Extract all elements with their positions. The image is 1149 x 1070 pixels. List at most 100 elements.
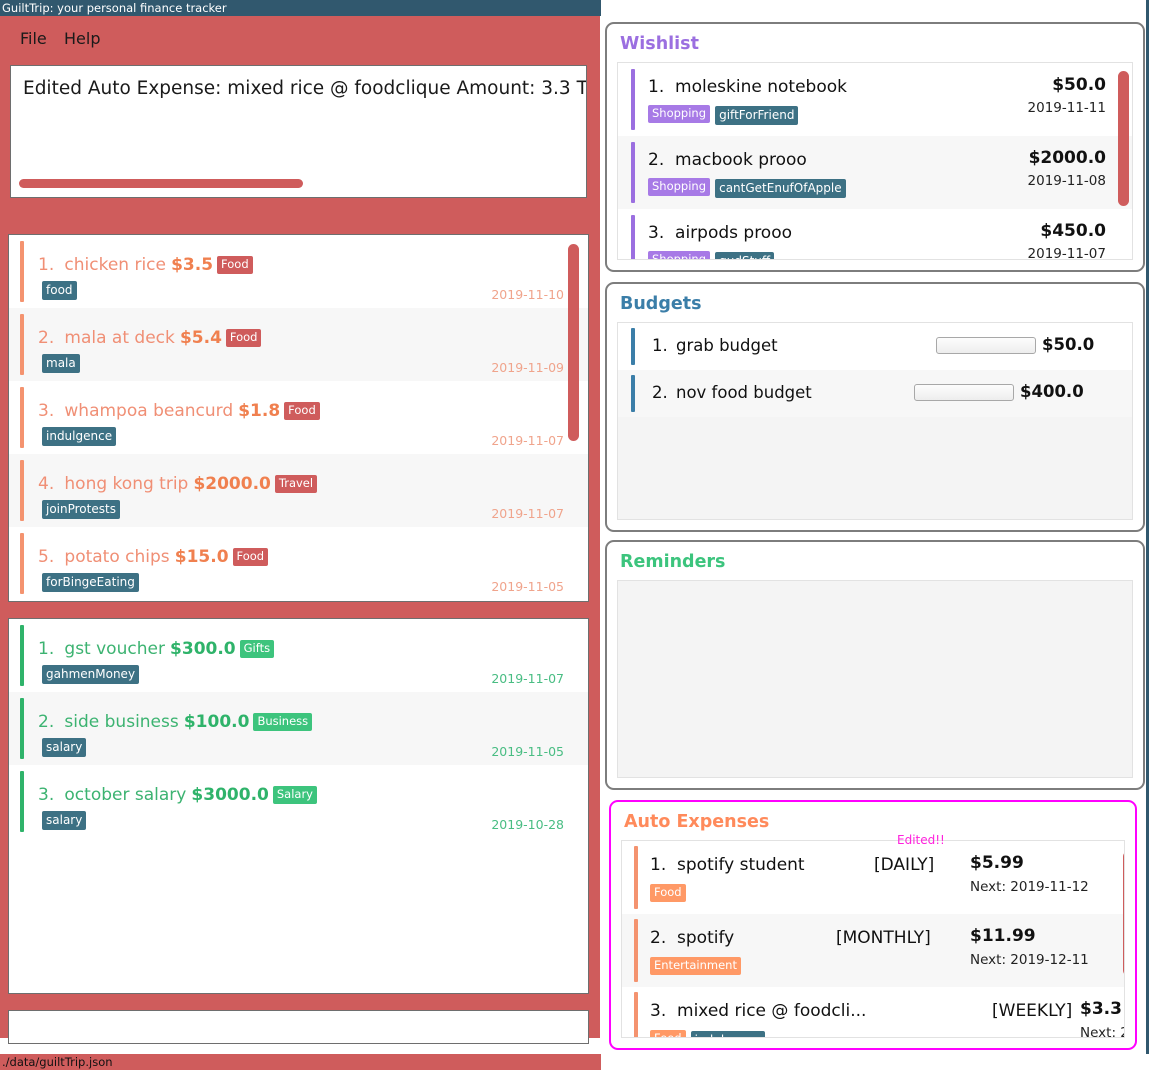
- reminders-body: [617, 580, 1133, 778]
- wishlist-scrollbar-track[interactable]: [1118, 65, 1129, 257]
- auto-expense-list: 1. spotify student [DAILY] Food $5.99 Next:…: [622, 841, 1124, 1038]
- row-tags: salary: [42, 736, 90, 757]
- result-display-text: Edited Auto Expense: mixed rice @ foodcl…: [23, 78, 587, 99]
- category-tag: Food: [225, 329, 262, 347]
- budget-max-amount: $50.0: [1042, 335, 1095, 354]
- row-name: october salary: [64, 785, 187, 805]
- wishlist-item-name: 1. moleskine notebook: [648, 77, 847, 97]
- wishlist-item-name: 3. airpods prooo: [648, 223, 793, 243]
- budget-name: grab budget: [676, 336, 778, 355]
- budgets-group: Budgets 1.grab budget$0.0$50.02.nov food…: [605, 282, 1145, 532]
- row-amount: $2000.0: [193, 474, 271, 494]
- wishlist-row[interactable]: 3. airpods prooo Shopping gudStuff $450.0 2…: [618, 209, 1132, 260]
- row-accent-bar: [631, 69, 635, 130]
- transaction-row[interactable]: 3. october salary $3000.0 Salary salary 201…: [9, 765, 588, 838]
- auto-expense-amount: $5.99: [970, 853, 1024, 873]
- row-accent-bar: [20, 533, 24, 594]
- transaction-row[interactable]: 2. mala at deck $5.4 Food mala 2019-11-09: [9, 308, 588, 381]
- row-accent-bar: [634, 919, 638, 982]
- command-input-box[interactable]: [8, 1010, 589, 1044]
- transaction-row[interactable]: 4. hong kong trip $2000.0 Travel joinProte…: [9, 454, 588, 527]
- row-accent-bar: [20, 698, 24, 759]
- row-amount: $3.5: [171, 255, 214, 275]
- auto-expense-next-date: Next: 2019-10-17: [1080, 1025, 1124, 1038]
- command-input[interactable]: [9, 1011, 588, 1043]
- auto-expense-row[interactable]: 1. spotify student [DAILY] Food $5.99 Next:…: [622, 841, 1124, 914]
- row-tags: indulgence: [42, 425, 120, 446]
- status-bar: ./data/guiltTrip.json: [0, 1054, 601, 1070]
- auto-expense-tags: Entertainment: [650, 956, 741, 975]
- result-horizontal-scrollbar[interactable]: [19, 179, 303, 188]
- auto-expense-tags: Food: [650, 883, 686, 902]
- edited-badge: Edited!!: [897, 833, 945, 847]
- budget-row[interactable]: 2.nov food budget$0.0$400.0: [618, 370, 1132, 417]
- expense-scrollbar-thumb[interactable]: [568, 244, 579, 441]
- category-tag: Food: [284, 402, 320, 420]
- row-date: 2019-11-07: [491, 506, 564, 521]
- status-bar-file-path: ./data/guiltTrip.json: [2, 1055, 113, 1069]
- user-tag: food: [42, 281, 77, 300]
- transaction-row[interactable]: 5. potato chips $15.0 Food forBingeEating 2…: [9, 527, 588, 600]
- row-index: 5.: [38, 547, 55, 567]
- auto-expense-row[interactable]: 2. spotify [MONTHLY] Entertainment $11.99 N…: [622, 914, 1124, 987]
- user-tag: salary: [42, 811, 87, 830]
- row-tags: gahmenMoney: [42, 663, 143, 684]
- auto-expenses-title: Auto Expenses: [624, 812, 770, 832]
- row-date: 2019-10-28: [491, 817, 564, 832]
- category-tag: Food: [217, 256, 253, 274]
- auto-expenses-scrollbar-track[interactable]: [1123, 843, 1124, 1035]
- reminders-group: Reminders: [605, 540, 1145, 790]
- budget-list: 1.grab budget$0.0$50.0 2. nov food budget $…: [618, 323, 1132, 417]
- budget-index: 2.: [652, 383, 668, 402]
- row-tags: forBingeEating: [42, 571, 143, 592]
- user-tag: giftForFriend: [715, 106, 799, 125]
- wishlist-row[interactable]: 2. macbook prooo Shopping cantGetEnufOfAp…: [618, 136, 1132, 209]
- row-accent-bar: [20, 387, 24, 448]
- category-tag: Entertainment: [650, 957, 741, 975]
- wishlist-item-amount: $50.0: [1052, 75, 1106, 95]
- transaction-row[interactable]: 2. side business $100.0 Business salary 201…: [9, 692, 588, 765]
- row-amount: $15.0: [174, 547, 229, 567]
- wishlist-item-amount: $450.0: [1040, 221, 1106, 241]
- transaction-row[interactable]: 3. whampoa beancurd $1.8 Food indulgence 20…: [9, 381, 588, 454]
- category-tag: Food: [650, 1030, 686, 1037]
- budget-row[interactable]: 1.grab budget$0.0$50.0: [618, 323, 1132, 370]
- row-accent-bar: [631, 375, 635, 412]
- auto-expense-name: 1. spotify student: [650, 855, 805, 875]
- user-tag: indulgence: [690, 1031, 765, 1037]
- expense-list-panel: 1. chicken rice $3.5 Food food 2019-11-10 2.…: [8, 234, 589, 602]
- wishlist-title: Wishlist: [620, 34, 699, 54]
- row-accent-bar: [20, 241, 24, 302]
- wishlist-scrollbar-thumb[interactable]: [1118, 71, 1129, 206]
- transaction-row[interactable]: 1. gst voucher $300.0 Gifts gahmenMoney 201…: [9, 619, 588, 692]
- row-index: 3.: [38, 785, 55, 805]
- category-tag: Business: [253, 713, 313, 731]
- expense-scrollbar-track[interactable]: [568, 238, 579, 598]
- category-tag: Food: [650, 884, 686, 902]
- wishlist-item-tags: Shopping gudStuff: [648, 250, 778, 259]
- auto-expenses-scrollbar-thumb[interactable]: [1123, 851, 1124, 976]
- category-tag: Salary: [272, 786, 317, 804]
- wishlist-item-amount: $2000.0: [1028, 148, 1106, 168]
- row-name: mala at deck: [64, 328, 175, 348]
- row-date: 2019-11-07: [491, 433, 564, 448]
- user-tag: joinProtests: [42, 500, 120, 519]
- row-name: hong kong trip: [64, 474, 189, 494]
- menu-file[interactable]: File: [20, 29, 47, 49]
- left-panel: File Help Edited Auto Expense: mixed ric…: [0, 16, 601, 1070]
- row-name: chicken rice: [64, 255, 166, 275]
- auto-expenses-body: 1. spotify student [DAILY] Food $5.99 Next:…: [621, 840, 1125, 1038]
- row-index: 1.: [38, 255, 55, 275]
- row-amount: $300.0: [170, 639, 236, 659]
- wishlist-item-date: 2019-11-07: [1027, 246, 1106, 260]
- transaction-row[interactable]: 1. chicken rice $3.5 Food food 2019-11-10: [9, 235, 588, 308]
- auto-expense-next-date: Next: 2019-11-12: [970, 879, 1089, 895]
- right-panel: Wishlist 1. moleskine notebook Shopping g…: [601, 0, 1149, 1054]
- row-tags: food: [42, 279, 81, 300]
- menu-help[interactable]: Help: [64, 29, 100, 49]
- result-display-box: Edited Auto Expense: mixed rice @ foodcl…: [10, 65, 587, 198]
- wishlist-row[interactable]: 1. moleskine notebook Shopping giftForFri…: [618, 63, 1132, 136]
- budget-name: nov food budget: [676, 383, 812, 402]
- auto-expense-amount: $3.3: [1080, 999, 1122, 1019]
- auto-expense-row[interactable]: 3. mixed rice @ foodcli... [WEEKLY] Food i…: [622, 987, 1124, 1038]
